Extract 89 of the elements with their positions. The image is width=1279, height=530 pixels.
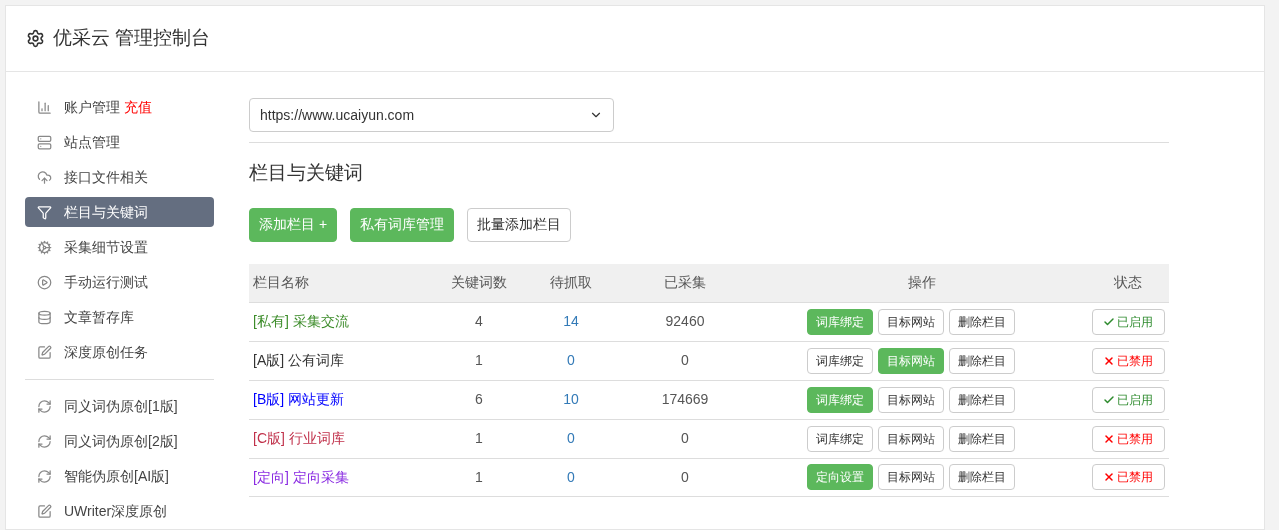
column-header: 栏目名称 <box>252 273 310 292</box>
sidebar-item[interactable]: 文章暂存库 <box>25 302 214 332</box>
table-cell-text: 1 <box>474 351 484 370</box>
sidebar-label: 文章暂存库 <box>64 307 134 327</box>
column-name[interactable]: [私有] 采集交流 <box>249 311 429 332</box>
section-title: 栏目与关键词 <box>249 161 364 185</box>
table-cell-text: 0 <box>680 467 690 487</box>
sidebar-item[interactable]: 手动运行测试 <box>25 267 214 297</box>
refresh-icon <box>37 468 52 484</box>
cloud-upload-icon <box>37 169 52 185</box>
column-header: 关键词数 <box>450 273 508 292</box>
column-name[interactable]: [定向] 定向采集 <box>249 466 429 488</box>
recharge-link[interactable]: 充值 <box>124 96 152 118</box>
sidebar-item[interactable]: 账户管理 充值 <box>25 92 214 122</box>
close-icon <box>1103 432 1115 445</box>
check-icon <box>1103 393 1115 406</box>
site-select[interactable]: https://www.ucaiyun.com <box>249 98 614 132</box>
refresh-icon <box>37 398 52 414</box>
table-cell-text: 0 <box>566 429 576 448</box>
table-cell-text: 10 <box>562 390 580 409</box>
bar-chart-icon <box>37 99 52 115</box>
sidebar-label: 同义词伪原创[2版] <box>64 431 178 451</box>
table-cell-text: 1 <box>474 467 484 487</box>
column-header: 操作 <box>907 273 937 292</box>
table-cell-text: 4 <box>474 312 484 331</box>
action-button[interactable]: 目标网站 <box>878 464 944 490</box>
sidebar-label: 智能伪原创[AI版] <box>64 466 169 486</box>
action-button[interactable]: 删除栏目 <box>949 425 1015 452</box>
sidebar-label: 同义词伪原创[1版] <box>64 396 178 416</box>
sidebar-item[interactable]: 栏目与关键词 <box>25 197 214 227</box>
status-button[interactable]: 已禁用 <box>1091 464 1165 490</box>
action-button[interactable]: 删除栏目 <box>949 308 1015 335</box>
action-button[interactable]: 词库绑定 <box>807 347 873 374</box>
sidebar-item[interactable]: UWriter深度原创 <box>25 496 214 526</box>
sidebar-item[interactable]: 同义词伪原创[2版] <box>25 426 214 456</box>
table-cell-text: 174669 <box>660 390 710 409</box>
column-name[interactable]: [C版] 行业词库 <box>249 428 429 449</box>
database-icon <box>37 309 52 325</box>
edit-icon <box>37 503 52 519</box>
refresh-icon <box>37 433 52 449</box>
sidebar-label: UWriter深度原创 <box>64 501 168 521</box>
sidebar-label: 深度原创任务 <box>64 342 148 362</box>
sidebar-item[interactable]: 同义词伪原创[1版] <box>25 391 214 421</box>
status-button[interactable]: 已禁用 <box>1091 425 1165 452</box>
action-button[interactable]: 删除栏目 <box>949 464 1015 490</box>
edit-icon <box>37 344 52 360</box>
column-name[interactable]: [B版] 网站更新 <box>249 389 429 410</box>
sidebar-label: 采集细节设置 <box>64 237 148 257</box>
gear-icon <box>37 239 52 255</box>
table-cell-text: 6 <box>474 390 484 409</box>
action-button[interactable]: 批量添加栏目 <box>467 207 572 242</box>
sidebar-label: 账户管理 <box>64 97 120 117</box>
table-cell-text: 14 <box>562 312 580 331</box>
play-icon <box>37 274 52 290</box>
table-cell-text: 0 <box>566 351 576 370</box>
table-cell-text: 0 <box>566 467 576 487</box>
action-button[interactable]: 目标网站 <box>878 308 944 335</box>
status-button[interactable]: 已启用 <box>1091 386 1165 413</box>
sidebar-label: 手动运行测试 <box>64 272 148 292</box>
sidebar-item[interactable]: 智能伪原创[AI版] <box>25 461 214 491</box>
table-cell-text: 1 <box>474 429 484 448</box>
column-header: 状态 <box>1113 273 1143 292</box>
status-button[interactable]: 已启用 <box>1091 308 1165 335</box>
column-header: 已采集 <box>663 273 707 292</box>
action-button[interactable]: 删除栏目 <box>949 347 1015 374</box>
check-icon <box>1103 315 1115 328</box>
sidebar-item[interactable]: 接口文件相关 <box>25 162 214 192</box>
close-icon <box>1103 354 1115 367</box>
action-button[interactable]: 删除栏目 <box>949 386 1015 413</box>
action-button[interactable]: 目标网站 <box>878 386 944 413</box>
sidebar-label: 站点管理 <box>64 132 120 152</box>
status-button[interactable]: 已禁用 <box>1091 347 1165 374</box>
table-cell-text: 0 <box>680 351 690 370</box>
table-cell-text: 92460 <box>664 312 706 331</box>
sidebar-item[interactable]: 采集细节设置 <box>25 232 214 262</box>
server-icon <box>37 134 52 150</box>
action-button[interactable]: 目标网站 <box>878 425 944 452</box>
table-cell-text: 0 <box>680 429 690 448</box>
sidebar-item[interactable]: 深度原创任务 <box>25 337 214 367</box>
settings-icon <box>26 29 45 48</box>
app-title: 优采云 管理控制台 <box>53 26 211 51</box>
filter-icon <box>37 204 52 220</box>
column-name[interactable]: [A版] 公有词库 <box>249 350 429 371</box>
sidebar-label: 栏目与关键词 <box>64 202 148 222</box>
sidebar-item[interactable]: 站点管理 <box>25 127 214 157</box>
column-header: 待抓取 <box>549 273 593 292</box>
action-button[interactable]: 词库绑定 <box>807 425 873 452</box>
sidebar-label: 接口文件相关 <box>64 167 148 187</box>
close-icon <box>1103 471 1115 483</box>
